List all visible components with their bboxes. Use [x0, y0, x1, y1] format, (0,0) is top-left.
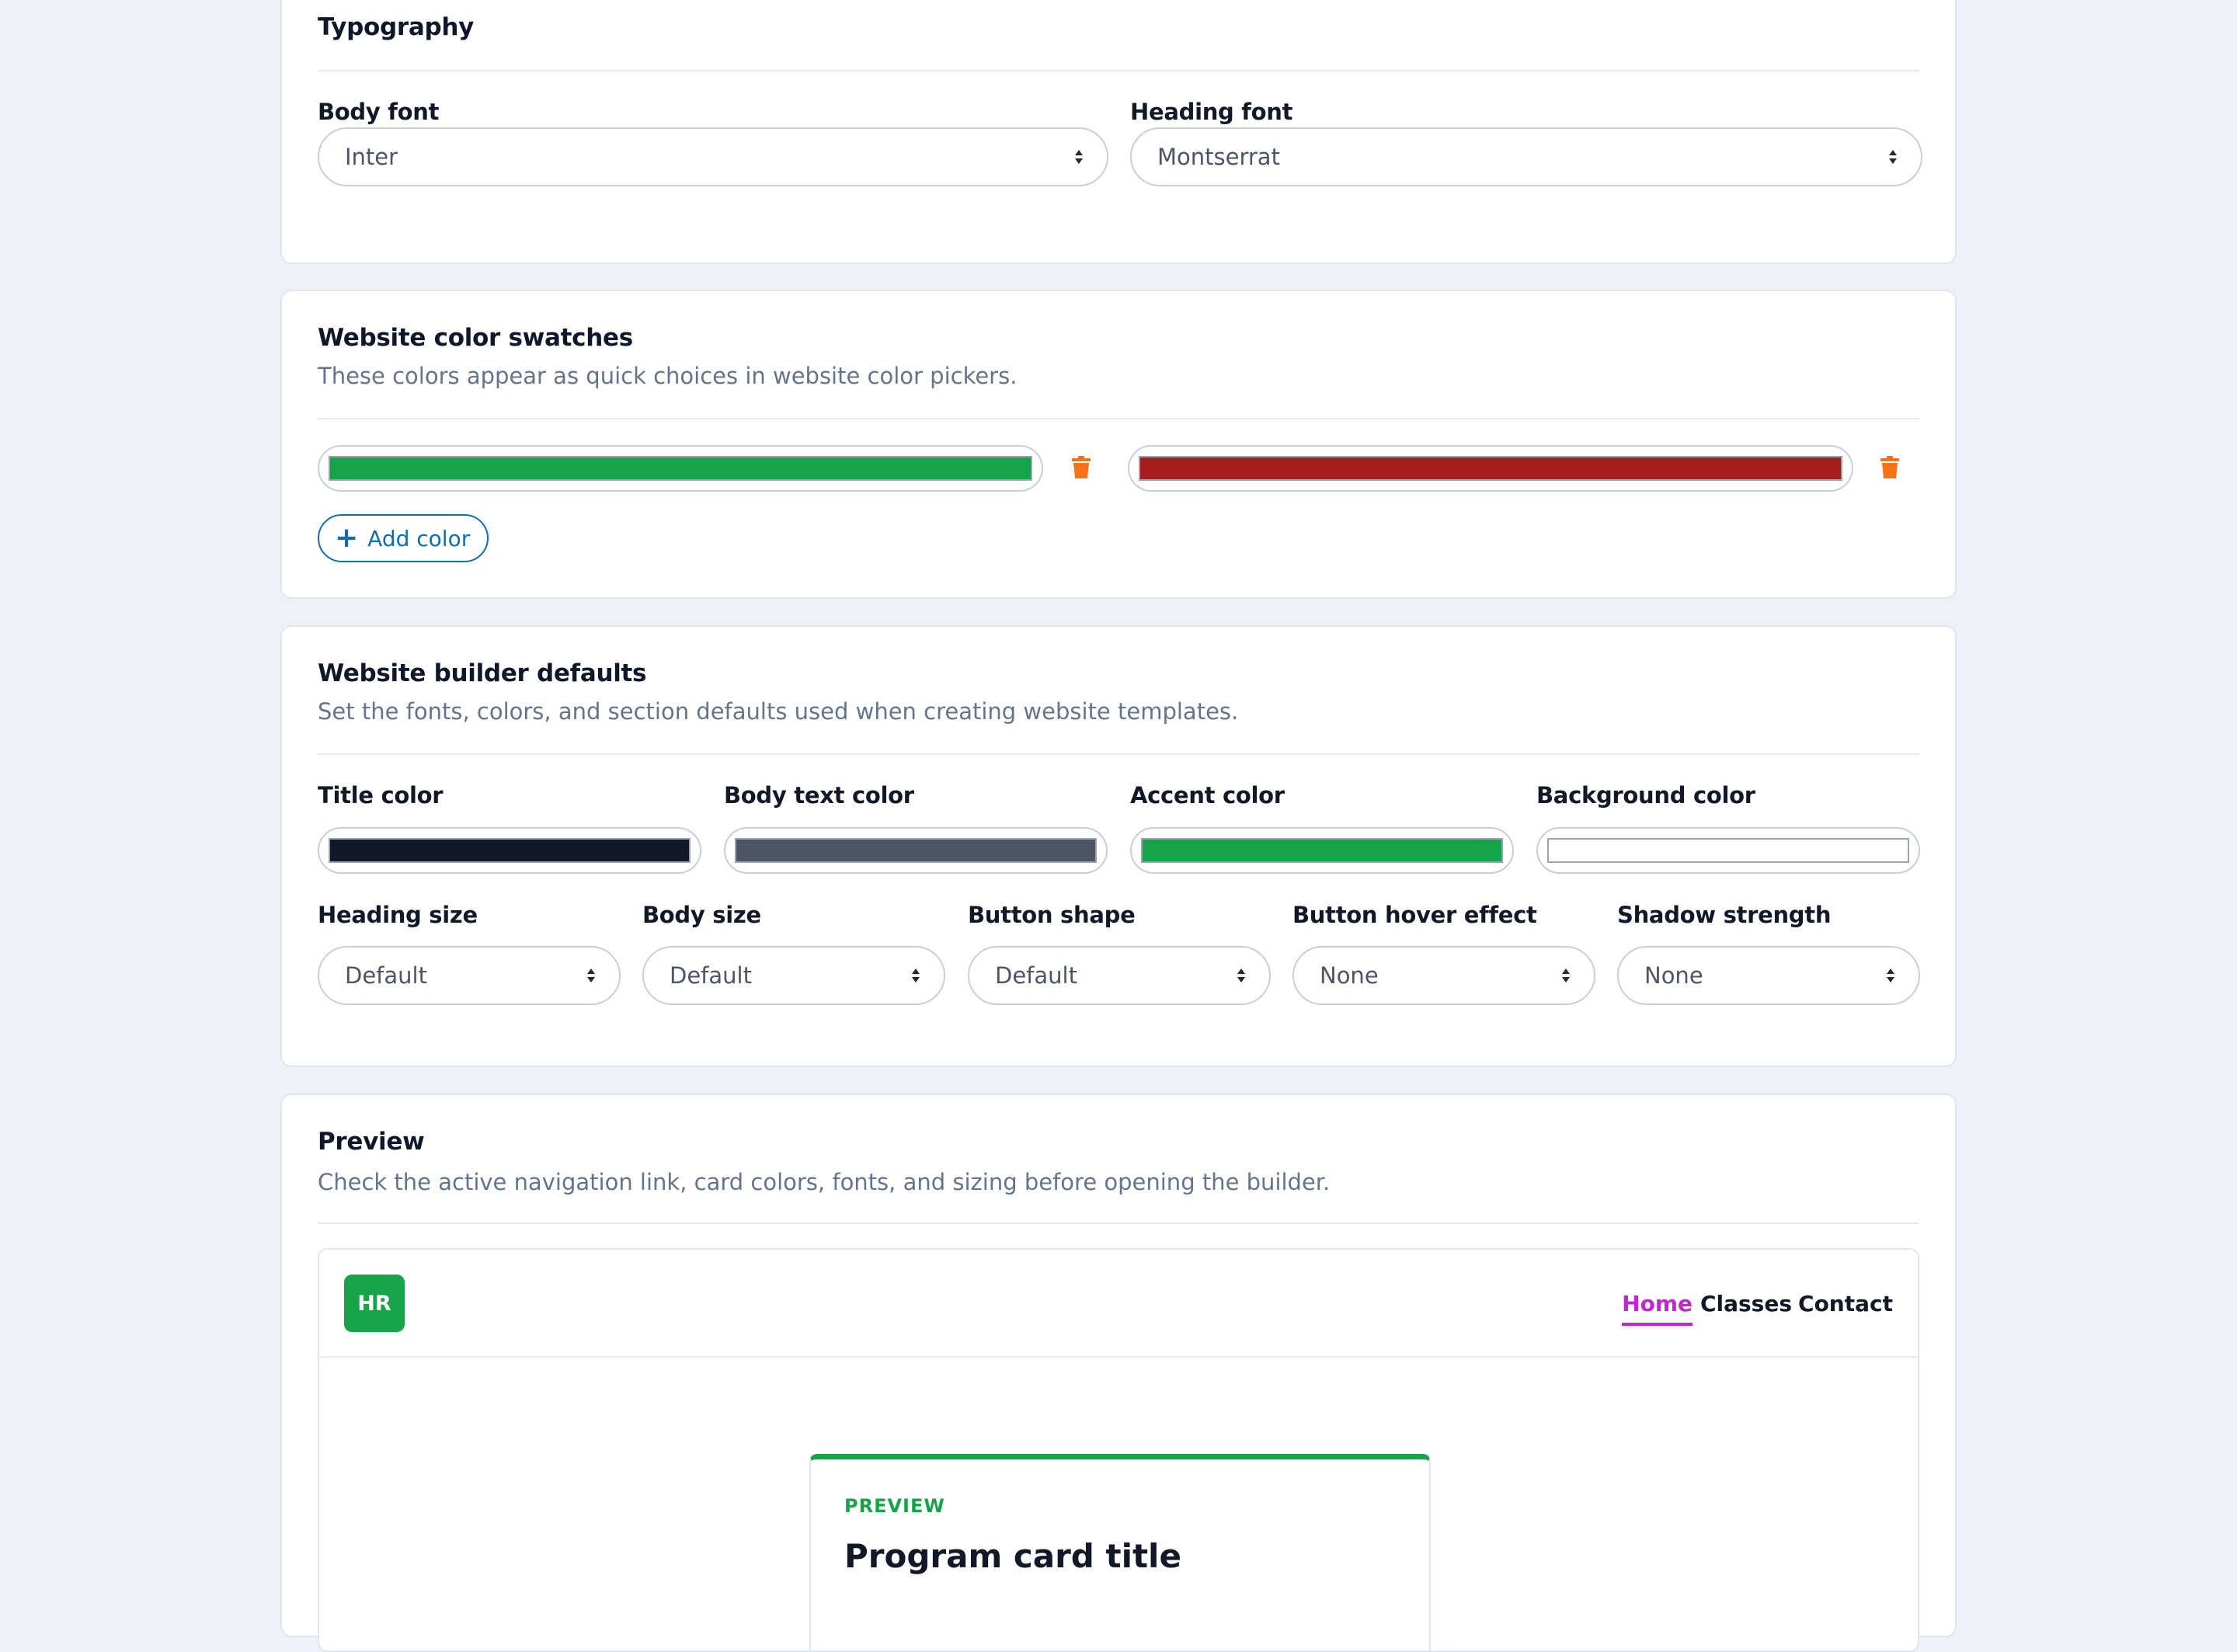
swatches-title: Website color swatches [318, 324, 633, 352]
typography-title: Typography [318, 13, 475, 41]
swatch-color-1[interactable] [318, 445, 1043, 492]
button-shape-value: Default [995, 962, 1077, 989]
preview-nav-home[interactable]: Home [1622, 1291, 1693, 1326]
heading-size-select[interactable]: Default [318, 946, 621, 1005]
builder-defaults-card: Website builder defaults Set the fonts, … [280, 625, 1957, 1067]
swatches-description: These colors appear as quick choices in … [318, 363, 1018, 389]
shadow-strength-select[interactable]: None [1617, 946, 1920, 1005]
builder-title: Website builder defaults [318, 659, 647, 687]
heading-font-label: Heading font [1130, 99, 1293, 125]
title-color-label: Title color [318, 782, 444, 809]
divider [318, 1222, 1919, 1224]
button-hover-effect-label: Button hover effect [1292, 902, 1537, 928]
body-size-value: Default [670, 962, 752, 989]
color-swatches-card: Website color swatches These colors appe… [280, 290, 1957, 599]
divider [318, 70, 1919, 71]
heading-font-value: Montserrat [1157, 144, 1280, 170]
body-text-color-fill [735, 838, 1097, 863]
sort-icon [1562, 969, 1570, 983]
body-text-color-picker[interactable] [724, 827, 1108, 874]
heading-size-value: Default [345, 962, 427, 989]
preview-card-title: Program card title [844, 1537, 1181, 1575]
sort-icon [1237, 969, 1245, 983]
preview-description: Check the active navigation link, card c… [318, 1169, 1331, 1195]
preview-frame: HR Home Classes Contact PREVIEW Program … [318, 1248, 1919, 1652]
body-font-value: Inter [345, 144, 398, 170]
plus-icon: + [335, 522, 359, 554]
title-color-fill [329, 838, 691, 863]
preview-title: Preview [318, 1128, 425, 1156]
sort-icon [1887, 969, 1894, 983]
body-font-select[interactable]: Inter [318, 127, 1108, 186]
heading-font-select[interactable]: Montserrat [1130, 127, 1922, 186]
body-font-label: Body font [318, 99, 440, 125]
background-color-fill [1547, 838, 1909, 863]
shadow-strength-label: Shadow strength [1617, 902, 1832, 928]
divider [318, 418, 1919, 419]
shadow-strength-value: None [1644, 962, 1703, 989]
background-color-picker[interactable] [1536, 827, 1920, 874]
sort-icon [1889, 150, 1897, 164]
swatch-color-2[interactable] [1128, 445, 1853, 492]
accent-color-picker[interactable] [1130, 827, 1514, 874]
heading-size-label: Heading size [318, 902, 478, 928]
add-color-label: Add color [367, 525, 471, 551]
accent-color-fill [1141, 838, 1503, 863]
button-hover-effect-value: None [1320, 962, 1379, 989]
preview-logo: HR [344, 1275, 405, 1332]
preview-card-eyebrow: PREVIEW [844, 1495, 945, 1517]
background-color-label: Background color [1536, 782, 1755, 809]
preview-card: Preview Check the active navigation link… [280, 1094, 1957, 1652]
swatch-fill-2 [1139, 456, 1842, 481]
builder-description: Set the fonts, colors, and section defau… [318, 698, 1239, 725]
typography-card: Typography Body font Inter Heading font … [280, 0, 1957, 264]
accent-color-label: Accent color [1130, 782, 1285, 809]
button-shape-label: Button shape [968, 902, 1136, 928]
preview-header: HR Home Classes Contact [319, 1250, 1918, 1358]
body-size-select[interactable]: Default [642, 946, 945, 1005]
body-size-label: Body size [642, 902, 761, 928]
trash-icon[interactable] [1880, 456, 1900, 479]
trash-icon[interactable] [1071, 456, 1091, 479]
sort-icon [912, 969, 920, 983]
button-shape-select[interactable]: Default [968, 946, 1271, 1005]
preview-nav-contact[interactable]: Contact [1798, 1291, 1893, 1316]
sort-icon [587, 969, 595, 983]
preview-nav-classes[interactable]: Classes [1700, 1291, 1792, 1316]
add-color-button[interactable]: + Add color [318, 514, 489, 562]
divider [318, 753, 1919, 755]
swatch-fill-1 [329, 456, 1032, 481]
title-color-picker[interactable] [318, 827, 701, 874]
body-text-color-label: Body text color [724, 782, 914, 809]
sort-icon [1075, 150, 1083, 164]
button-hover-effect-select[interactable]: None [1292, 946, 1595, 1005]
